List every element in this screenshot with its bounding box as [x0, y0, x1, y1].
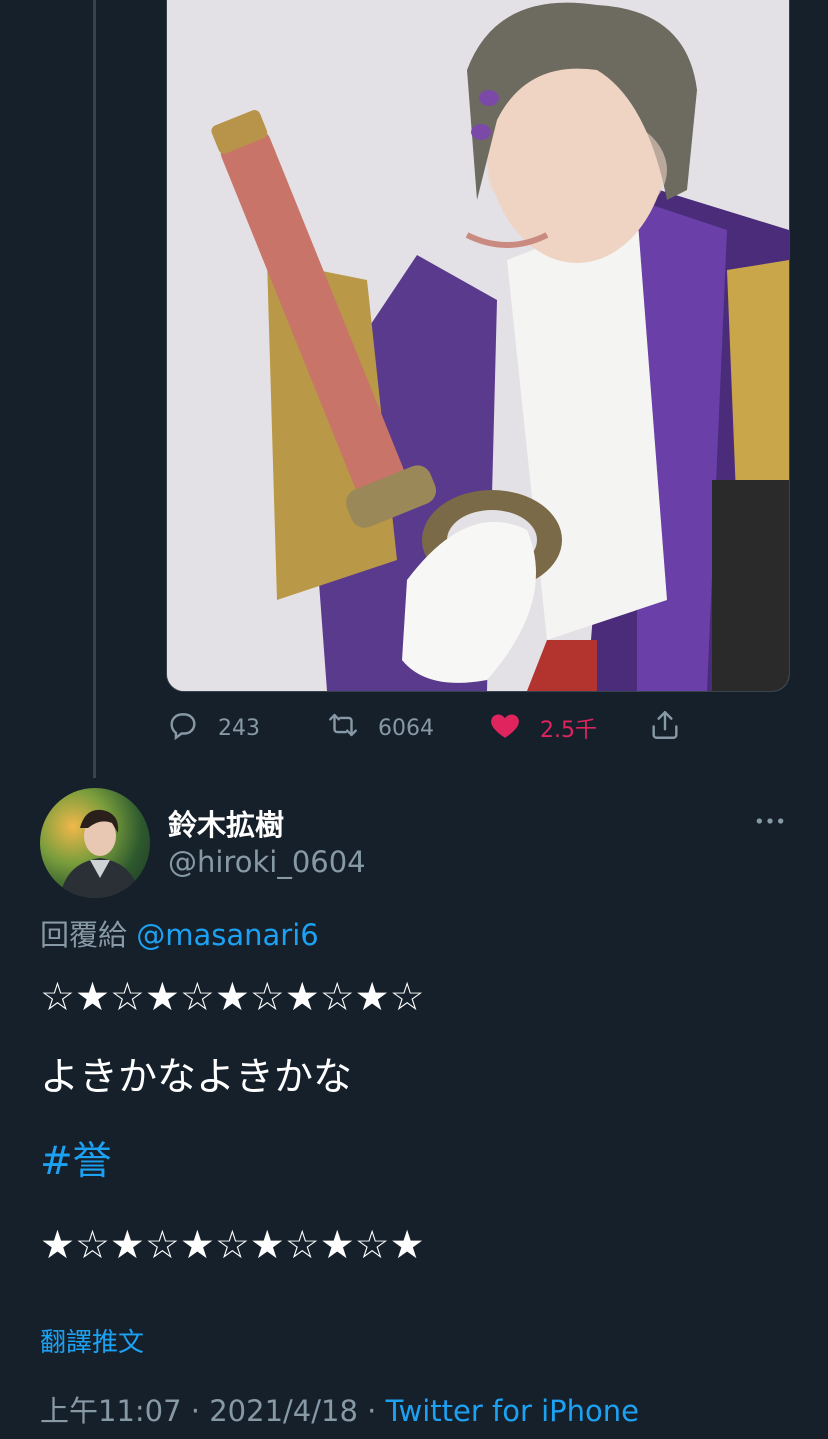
reply-count: 243: [218, 715, 260, 741]
replying-to-label: 回覆給: [40, 918, 128, 952]
tweet-media-image[interactable]: [166, 0, 790, 692]
tweet-date[interactable]: 2021/4/18: [209, 1394, 358, 1428]
tweet-text-line: ☆★☆★☆★☆★☆★☆: [40, 975, 425, 1020]
tweet-action-bar: 243 6064 2.5千: [166, 706, 706, 750]
retweet-button[interactable]: 6064: [326, 706, 434, 750]
heart-icon: [488, 708, 522, 748]
replying-to: 回覆給 @masanari6: [40, 912, 319, 954]
thread-connector-line: [93, 0, 96, 778]
retweet-icon: [326, 708, 360, 748]
reply-icon: [166, 708, 200, 748]
like-button[interactable]: 2.5千: [488, 706, 597, 750]
more-icon: [754, 812, 786, 831]
meta-separator: ·: [367, 1394, 377, 1428]
reply-mention-link[interactable]: @masanari6: [136, 918, 318, 952]
avatar[interactable]: [40, 788, 150, 898]
share-button[interactable]: [648, 706, 682, 750]
tweet-text-line: ★☆★☆★☆★☆★☆★: [40, 1223, 425, 1268]
tweet-time[interactable]: 上午11:07: [40, 1394, 182, 1428]
reply-button[interactable]: 243: [166, 706, 260, 750]
share-icon: [648, 708, 682, 748]
tweet-source-link[interactable]: Twitter for iPhone: [386, 1394, 639, 1428]
author-display-name[interactable]: 鈴木拡樹: [168, 802, 284, 844]
meta-separator: ·: [190, 1394, 201, 1428]
like-count: 2.5千: [540, 718, 597, 743]
tweet-text-line: よきかなよきかな: [40, 1055, 353, 1100]
translate-tweet-link[interactable]: 翻譯推文: [40, 1322, 144, 1359]
more-options-button[interactable]: [752, 806, 788, 836]
retweet-count: 6064: [378, 715, 434, 741]
tweet-detail-page: 243 6064 2.5千 鈴木拡樹 @hiroki_0604 回覆給 @mas…: [0, 0, 828, 1439]
author-handle[interactable]: @hiroki_0604: [168, 845, 366, 879]
tweet-metadata: 上午11:07 · 2021/4/18 · Twitter for iPhone: [40, 1388, 639, 1430]
hashtag-link[interactable]: #誉: [40, 1138, 112, 1186]
